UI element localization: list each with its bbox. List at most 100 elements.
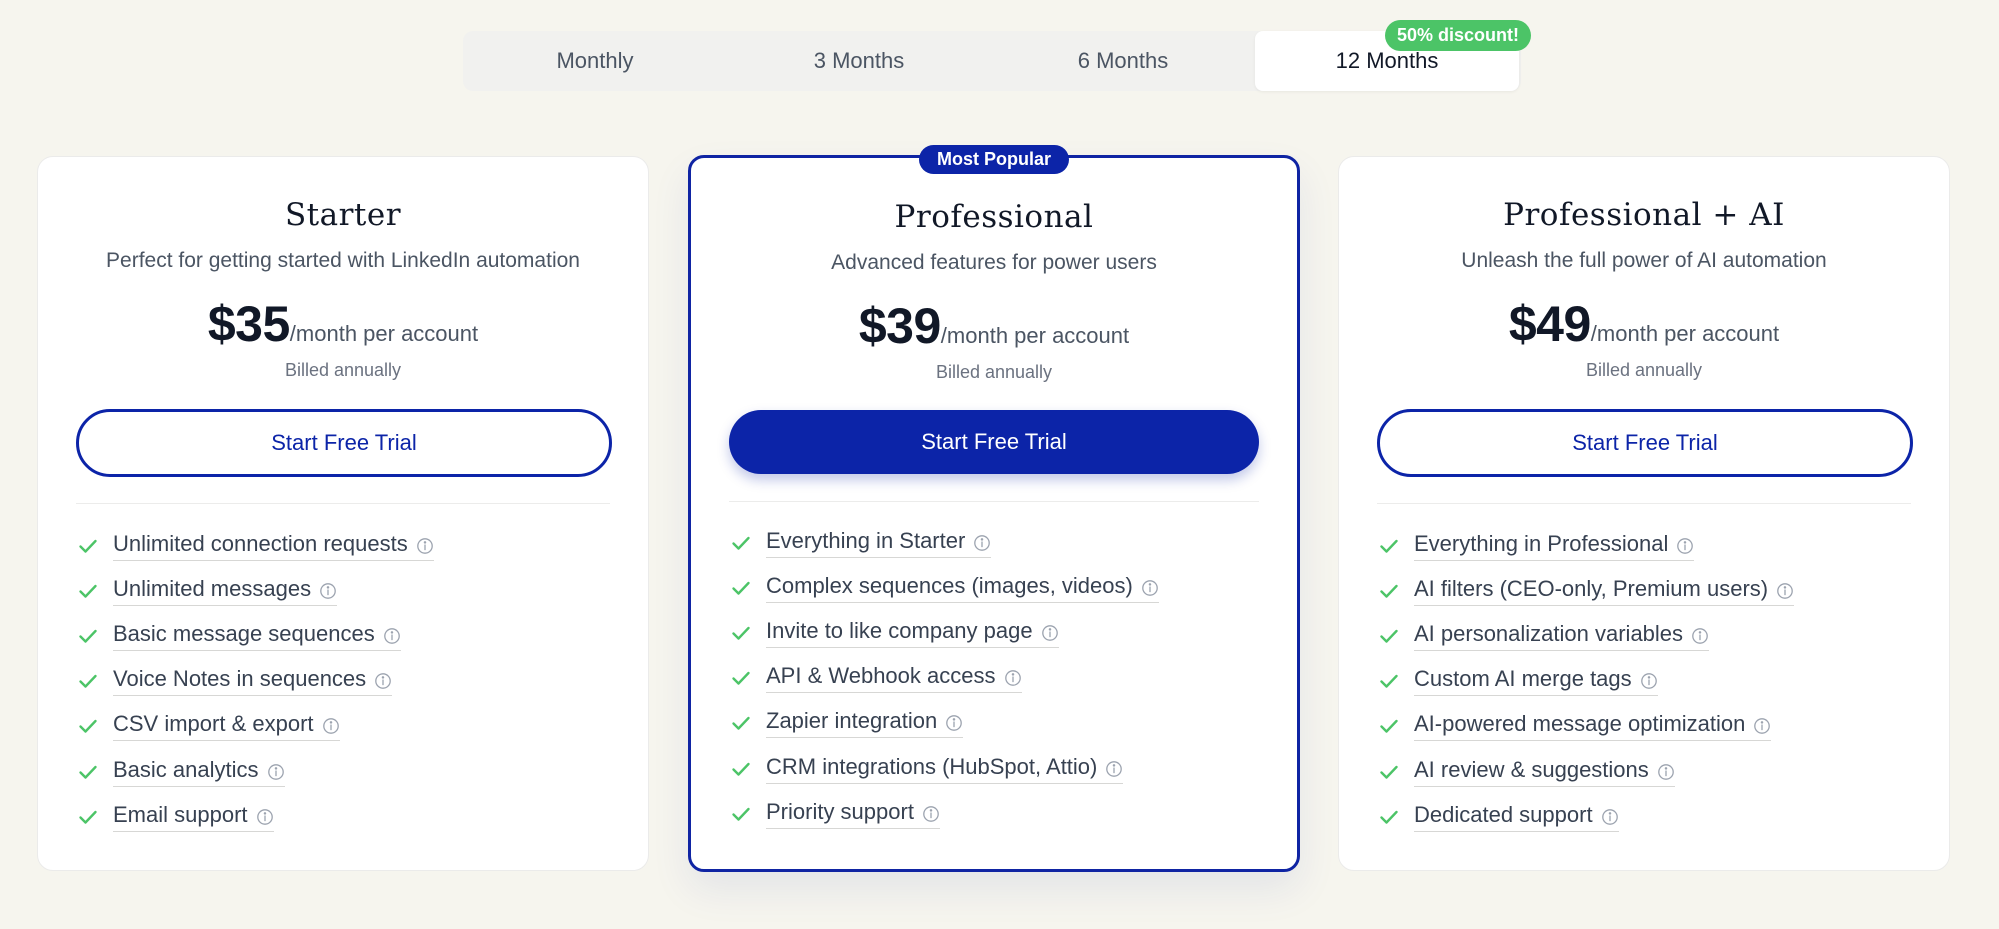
feature-text: Basic analytics (113, 756, 259, 782)
feature-label[interactable]: CRM integrations (HubSpot, Attio) (766, 753, 1124, 784)
check-icon (729, 621, 753, 645)
feature-item: Zapier integration (729, 701, 1159, 746)
feature-text: Custom AI merge tags (1414, 666, 1632, 692)
info-icon[interactable] (374, 670, 392, 690)
info-icon[interactable] (1004, 667, 1022, 687)
feature-list: Everything in Starter Complex sequences (… (729, 520, 1159, 836)
feature-label[interactable]: API & Webhook access (766, 663, 1022, 694)
info-icon[interactable] (383, 625, 401, 644)
feature-label[interactable]: AI-powered message optimization (1414, 711, 1772, 742)
info-icon[interactable] (1640, 670, 1658, 690)
feature-text: Dedicated support (1414, 801, 1593, 827)
billing-period-tabs: Monthly 3 Months 6 Months 12 Months 50% … (463, 20, 1531, 91)
feature-text: AI filters (CEO-only, Premium users) (1414, 575, 1769, 601)
check-icon (76, 714, 100, 738)
price-row: $35/month per account (38, 295, 648, 353)
feature-text: CRM integrations (HubSpot, Attio) (766, 753, 1098, 779)
tab-3-months[interactable]: 3 Months (727, 31, 991, 91)
feature-label[interactable]: AI personalization variables (1414, 621, 1710, 651)
plan-card-professional-ai: Professional + AI Unleash the full power… (1338, 156, 1950, 871)
info-icon[interactable] (1601, 806, 1619, 825)
feature-item: AI filters (CEO-only, Premium users) (1377, 568, 1795, 613)
feature-text: Complex sequences (images, videos) (766, 572, 1133, 598)
info-icon[interactable] (416, 535, 434, 554)
feature-item: Email support (76, 794, 434, 839)
info-icon[interactable] (973, 532, 991, 551)
info-icon[interactable] (922, 803, 940, 822)
info-icon[interactable] (945, 712, 963, 732)
feature-item: Unlimited connection requests (76, 523, 434, 568)
feature-label[interactable]: Unlimited messages (113, 575, 338, 606)
start-free-trial-button[interactable]: Start Free Trial (76, 409, 612, 477)
feature-item: Dedicated support (1377, 794, 1794, 839)
feature-label[interactable]: Dedicated support (1414, 802, 1619, 832)
info-icon[interactable] (267, 761, 285, 780)
tab-12-months[interactable]: 12 Months 50% discount! (1255, 20, 1531, 91)
tab-12-months-label: 12 Months (1335, 48, 1439, 73)
info-icon[interactable] (1691, 625, 1709, 644)
feature-label[interactable]: Voice Notes in sequences (113, 666, 393, 697)
info-icon[interactable] (1676, 535, 1694, 554)
check-icon (76, 579, 100, 603)
feature-label[interactable]: Basic message sequences (113, 621, 401, 651)
feature-label[interactable]: AI review & suggestions (1414, 757, 1675, 787)
feature-label[interactable]: Basic analytics (113, 757, 285, 787)
check-icon (1377, 579, 1401, 603)
feature-label[interactable]: CSV import & export (113, 711, 340, 742)
feature-label[interactable]: Everything in Professional (1414, 530, 1695, 561)
feature-label[interactable]: Unlimited connection requests (113, 531, 434, 561)
info-icon[interactable] (1776, 580, 1794, 599)
billing-note: Billed annually (935, 362, 1053, 382)
tab-6-months[interactable]: 6 Months (991, 31, 1255, 91)
feature-text: Invite to like company page (766, 617, 1033, 643)
info-icon[interactable] (322, 715, 340, 735)
feature-text: CSV import & export (113, 711, 314, 737)
feature-label[interactable]: Invite to like company page (766, 618, 1059, 648)
check-icon (1377, 669, 1401, 693)
feature-label[interactable]: Everything in Starter (766, 527, 992, 558)
check-icon (729, 666, 753, 690)
check-icon (76, 624, 100, 648)
feature-item: Complex sequences (images, videos) (729, 565, 1159, 610)
feature-text: Everything in Professional (1414, 530, 1669, 556)
feature-text: Unlimited messages (113, 575, 312, 601)
price-period: /month per account (1590, 321, 1780, 346)
feature-label[interactable]: Email support (113, 802, 274, 832)
feature-label[interactable]: Complex sequences (images, videos) (766, 573, 1159, 603)
price-row: $39/month per account (691, 297, 1297, 355)
feature-text: API & Webhook access (766, 663, 996, 689)
discount-badge: 50% discount! (1384, 20, 1531, 51)
feature-label[interactable]: Zapier integration (766, 708, 964, 739)
feature-label[interactable]: Custom AI merge tags (1414, 666, 1658, 697)
feature-item: Voice Notes in sequences (76, 659, 434, 704)
check-icon (729, 576, 753, 600)
check-icon (729, 757, 753, 781)
info-icon[interactable] (1141, 577, 1159, 596)
feature-label[interactable]: AI filters (CEO-only, Premium users) (1414, 575, 1795, 606)
feature-item: Invite to like company page (729, 610, 1159, 655)
feature-text: AI-powered message optimization (1414, 711, 1746, 737)
plan-card-starter: Starter Perfect for getting started with… (37, 156, 649, 871)
feature-item: AI personalization variables (1377, 613, 1794, 658)
feature-text: Basic message sequences (113, 620, 375, 646)
start-free-trial-button[interactable]: Start Free Trial (729, 410, 1259, 474)
tab-monthly[interactable]: Monthly (463, 31, 727, 91)
feature-item: Basic message sequences (76, 613, 434, 658)
plan-price: $39 (858, 298, 941, 354)
billing-note: Billed annually (1585, 360, 1703, 380)
feature-text: Everything in Starter (766, 527, 966, 553)
plan-card-professional: Most Popular Professional Advanced featu… (688, 145, 1300, 872)
feature-item: API & Webhook access (729, 656, 1159, 701)
info-icon[interactable] (1105, 758, 1123, 777)
check-icon (1377, 760, 1401, 784)
info-icon[interactable] (256, 806, 274, 825)
start-free-trial-button[interactable]: Start Free Trial (1377, 409, 1913, 477)
info-icon[interactable] (319, 580, 337, 599)
info-icon[interactable] (1657, 761, 1675, 780)
plan-description: Perfect for getting started with LinkedI… (106, 249, 580, 272)
feature-item: Everything in Professional (1377, 523, 1794, 568)
feature-item: Everything in Starter (729, 520, 1159, 565)
feature-label[interactable]: Priority support (766, 799, 940, 829)
info-icon[interactable] (1753, 715, 1771, 735)
info-icon[interactable] (1041, 622, 1059, 641)
